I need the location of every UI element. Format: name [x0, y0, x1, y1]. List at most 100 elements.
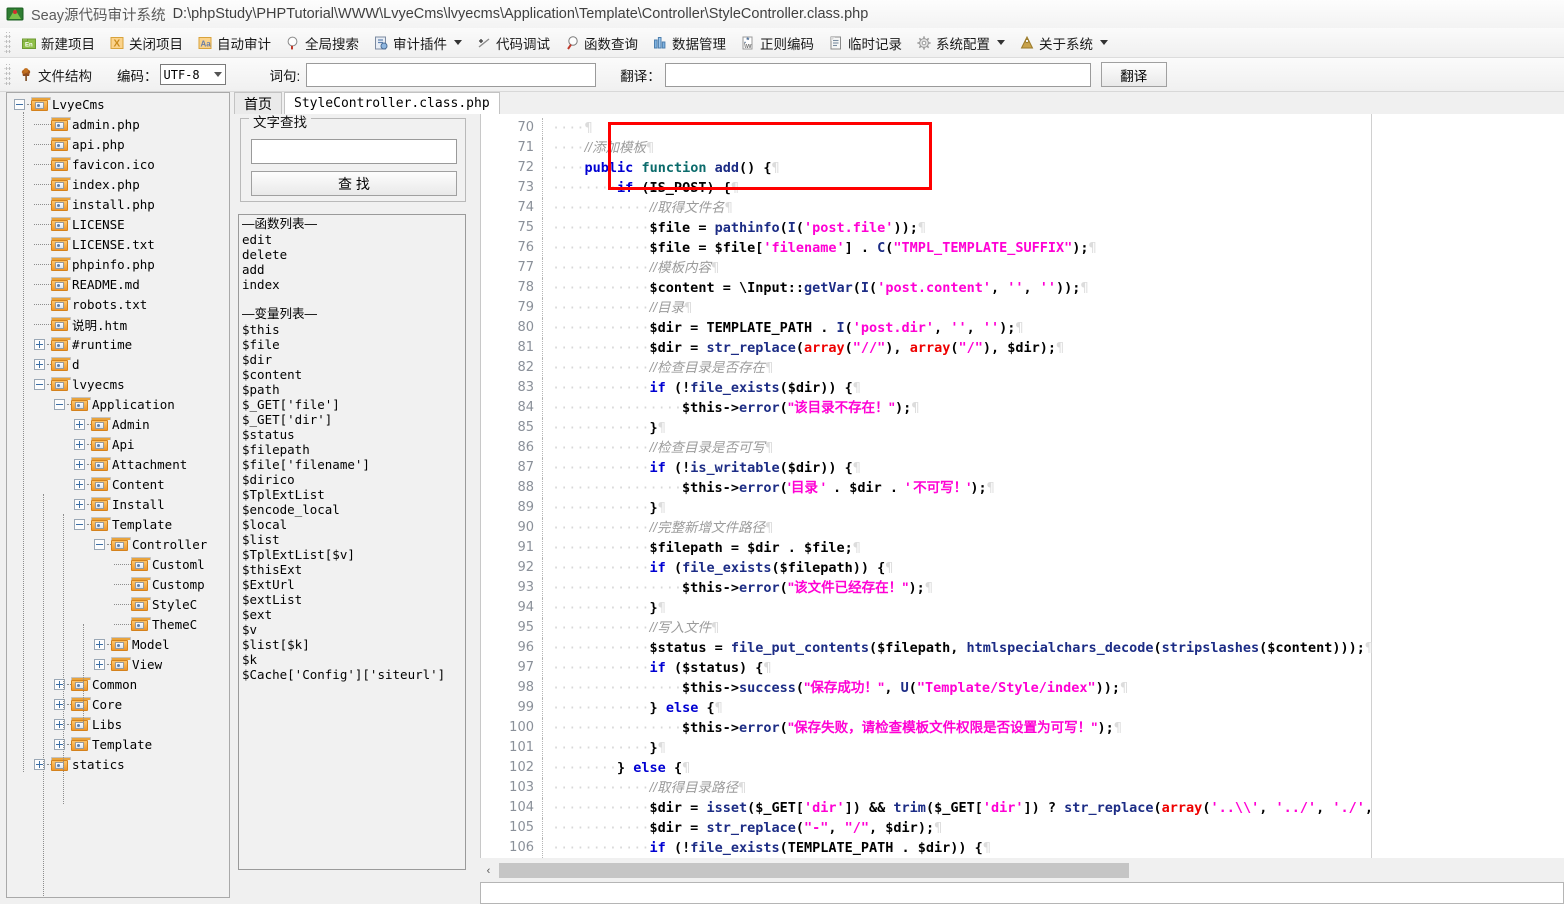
tree-item-Api[interactable]: Api [8, 434, 228, 454]
code-line[interactable]: 91 ············$filepath = $dir . $file;¶ [496, 538, 1564, 558]
tree-item-Admin[interactable]: Admin [8, 414, 228, 434]
toolbar-item-5[interactable]: 代码调试 [469, 30, 557, 56]
code-line[interactable]: 71 ····//添加模板¶ [496, 138, 1564, 158]
editor-splitter[interactable] [466, 114, 478, 858]
code-line[interactable]: 73 ········if (IS_POST) {¶ [496, 178, 1564, 198]
code-line[interactable]: 105 ············$dir = str_replace("-", "… [496, 818, 1564, 838]
tree-item-Core[interactable]: Core [8, 694, 228, 714]
file-structure-button[interactable]: 文件结构 [14, 62, 99, 88]
tree-item-LvyeCms[interactable]: LvyeCms [8, 94, 228, 114]
tree-item-Content[interactable]: Content [8, 474, 228, 494]
tree-item-api.php[interactable]: api.php [8, 134, 228, 154]
variable-list-item[interactable]: $list [242, 532, 462, 547]
variable-list-item[interactable]: $list[$k] [242, 637, 462, 652]
variable-list-item[interactable]: $thisExt [242, 562, 462, 577]
translate-button[interactable]: 翻译 [1100, 62, 1167, 87]
tree-item-Customp[interactable]: Customp [8, 574, 228, 594]
tree-item-README.md[interactable]: README.md [8, 274, 228, 294]
code-line[interactable]: 98 ················$this->success("保存成功！"… [496, 678, 1564, 698]
variable-list-item[interactable]: $file [242, 337, 462, 352]
variable-list-item[interactable]: $_GET['dir'] [242, 412, 462, 427]
tree-item-d[interactable]: d [8, 354, 228, 374]
tree-item-Customl[interactable]: Customl [8, 554, 228, 574]
code-line[interactable]: 104 ············$dir = isset($_GET['dir']… [496, 798, 1564, 818]
code-line[interactable]: 80 ············$dir = TEMPLATE_PATH . I('… [496, 318, 1564, 338]
file-tree-panel[interactable]: LvyeCms admin.php api.php favicon.ico index.… [6, 92, 230, 898]
variable-list-item[interactable]: $dirico [242, 472, 462, 487]
variable-list-item[interactable]: $TplExtList [242, 487, 462, 502]
variable-list-item[interactable]: $content [242, 367, 462, 382]
chevron-down-icon[interactable] [454, 40, 462, 45]
code-line[interactable]: 106 ············if (!file_exists(TEMPLATE… [496, 838, 1564, 858]
tree-item-ThemeC[interactable]: ThemeC [8, 614, 228, 634]
tree-item-Attachment[interactable]: Attachment [8, 454, 228, 474]
variable-list-item[interactable]: $ExtUrl [242, 577, 462, 592]
code-line[interactable]: 84 ················$this->error("该目录不存在！"… [496, 398, 1564, 418]
code-line[interactable]: 81 ············$dir = str_replace(array("… [496, 338, 1564, 358]
variable-list-item[interactable]: $filepath [242, 442, 462, 457]
code-line[interactable]: 95 ············//写入文件¶ [496, 618, 1564, 638]
code-line[interactable]: 90 ············//完整新增文件路径¶ [496, 518, 1564, 538]
expand-icon[interactable] [94, 658, 105, 670]
toolbar-item-7[interactable]: 数据管理 [645, 30, 733, 56]
toolbar-item-11[interactable]: 关于系统 [1012, 30, 1115, 56]
translate-input[interactable] [664, 62, 1091, 87]
variable-list-item[interactable]: $status [242, 427, 462, 442]
toolbar-grip[interactable] [4, 31, 11, 54]
tree-item-#runtime[interactable]: #runtime [8, 334, 228, 354]
code-line[interactable]: 101 ············}¶ [496, 738, 1564, 758]
code-line[interactable]: 99 ············} else {¶ [496, 698, 1564, 718]
code-line[interactable]: 70 ····¶ [496, 118, 1564, 138]
code-line[interactable]: 83 ············if (!file_exists($dir)) {¶ [496, 378, 1564, 398]
code-line[interactable]: 76 ············$file = $file['filename'] … [496, 238, 1564, 258]
editor-hscrollbar[interactable]: ‹ [480, 862, 1564, 879]
encoding-select[interactable]: UTF-8 [159, 64, 226, 85]
code-line[interactable]: 77 ············//模板内容¶ [496, 258, 1564, 278]
code-line[interactable]: 102 ········} else {¶ [496, 758, 1564, 778]
tree-item-phpinfo.php[interactable]: phpinfo.php [8, 254, 228, 274]
function-list-item[interactable]: delete [242, 247, 462, 262]
chevron-down-icon[interactable] [997, 40, 1005, 45]
text-find-input[interactable] [251, 139, 457, 164]
variable-list-item[interactable]: $ext [242, 607, 462, 622]
tree-item-admin.php[interactable]: admin.php [8, 114, 228, 134]
tree-item-Model[interactable]: Model [8, 634, 228, 654]
variable-list-item[interactable]: $local [242, 517, 462, 532]
tree-item-LICENSE[interactable]: LICENSE [8, 214, 228, 234]
tree-item-robots.txt[interactable]: robots.txt [8, 294, 228, 314]
code-line[interactable]: 79 ············//目录¶ [496, 298, 1564, 318]
tree-item-Application[interactable]: Application [8, 394, 228, 414]
code-line[interactable]: 85 ············}¶ [496, 418, 1564, 438]
variable-list-item[interactable]: $file['filename'] [242, 457, 462, 472]
code-line[interactable]: 75 ············$file = pathinfo(I('post.f… [496, 218, 1564, 238]
function-list-item[interactable]: edit [242, 232, 462, 247]
symbols-listbox[interactable]: —函数列表— edit delete add index —变量列表— $this $f… [238, 214, 466, 870]
code-line[interactable]: 72 ····public function add() {¶ [496, 158, 1564, 178]
toolbar-item-1[interactable]: X 关闭项目 [102, 30, 190, 56]
code-line[interactable]: 100 ················$this->error("保存失败，请检… [496, 718, 1564, 738]
expand-icon[interactable] [74, 418, 85, 430]
tree-item-Template[interactable]: Template [8, 514, 228, 534]
hscroll-thumb[interactable] [499, 863, 1129, 878]
variable-list-item[interactable]: $path [242, 382, 462, 397]
expand-icon[interactable] [74, 458, 85, 470]
text-find-button[interactable]: 查 找 [251, 171, 457, 196]
code-line[interactable]: 94 ············}¶ [496, 598, 1564, 618]
tree-item-statics[interactable]: statics [8, 754, 228, 774]
variable-list-item[interactable]: $Cache['Config']['siteurl'] [242, 667, 462, 682]
tree-item-View[interactable]: View [8, 654, 228, 674]
code-line[interactable]: 96 ············$status = file_put_content… [496, 638, 1564, 658]
function-list-item[interactable]: add [242, 262, 462, 277]
expand-icon[interactable] [94, 638, 105, 650]
variable-list-item[interactable]: $encode_local [242, 502, 462, 517]
chevron-down-icon[interactable] [1100, 40, 1108, 45]
code-line[interactable]: 86 ············//检查目录是否可写¶ [496, 438, 1564, 458]
scroll-left-arrow-icon[interactable]: ‹ [480, 862, 497, 879]
code-line[interactable]: 78 ············$content = \Input::getVar(… [496, 278, 1564, 298]
code-line[interactable]: 82 ············//检查目录是否存在¶ [496, 358, 1564, 378]
editor-tab-0[interactable]: 首页 [234, 92, 282, 114]
toolbar-item-0[interactable]: En 新建项目 [14, 30, 102, 56]
expand-icon[interactable] [34, 338, 45, 350]
collapse-icon[interactable] [14, 98, 25, 110]
tree-item-install.php[interactable]: install.php [8, 194, 228, 214]
